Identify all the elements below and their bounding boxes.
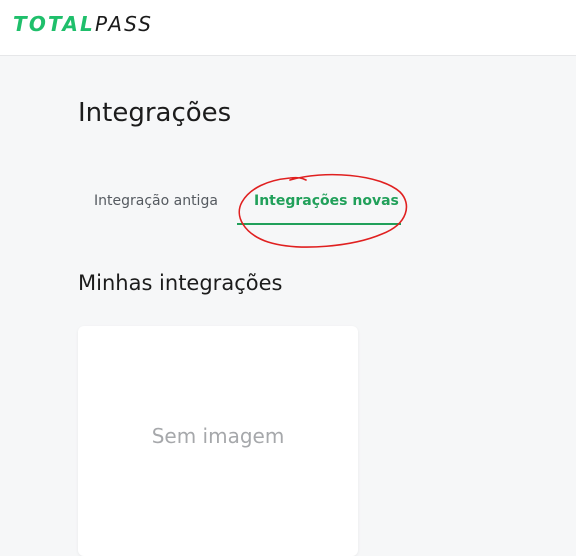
section-title-minhas-integracoes: Minhas integrações (78, 271, 283, 295)
logo-total-text: TOTAL (13, 12, 95, 36)
tab-integracoes-novas[interactable]: Integrações novas (254, 192, 399, 210)
top-bar: TOTALPASS (0, 0, 576, 56)
active-tab-indicator (237, 223, 401, 225)
tab-integracao-antiga[interactable]: Integração antiga (94, 192, 218, 210)
totalpass-logo[interactable]: TOTALPASS (13, 12, 153, 36)
integration-card[interactable]: Sem imagem (78, 326, 358, 556)
red-circle-annotation (238, 173, 408, 248)
page-title: Integrações (78, 98, 232, 128)
logo-pass-text: PASS (94, 12, 154, 36)
card-image-placeholder: Sem imagem (151, 424, 285, 448)
